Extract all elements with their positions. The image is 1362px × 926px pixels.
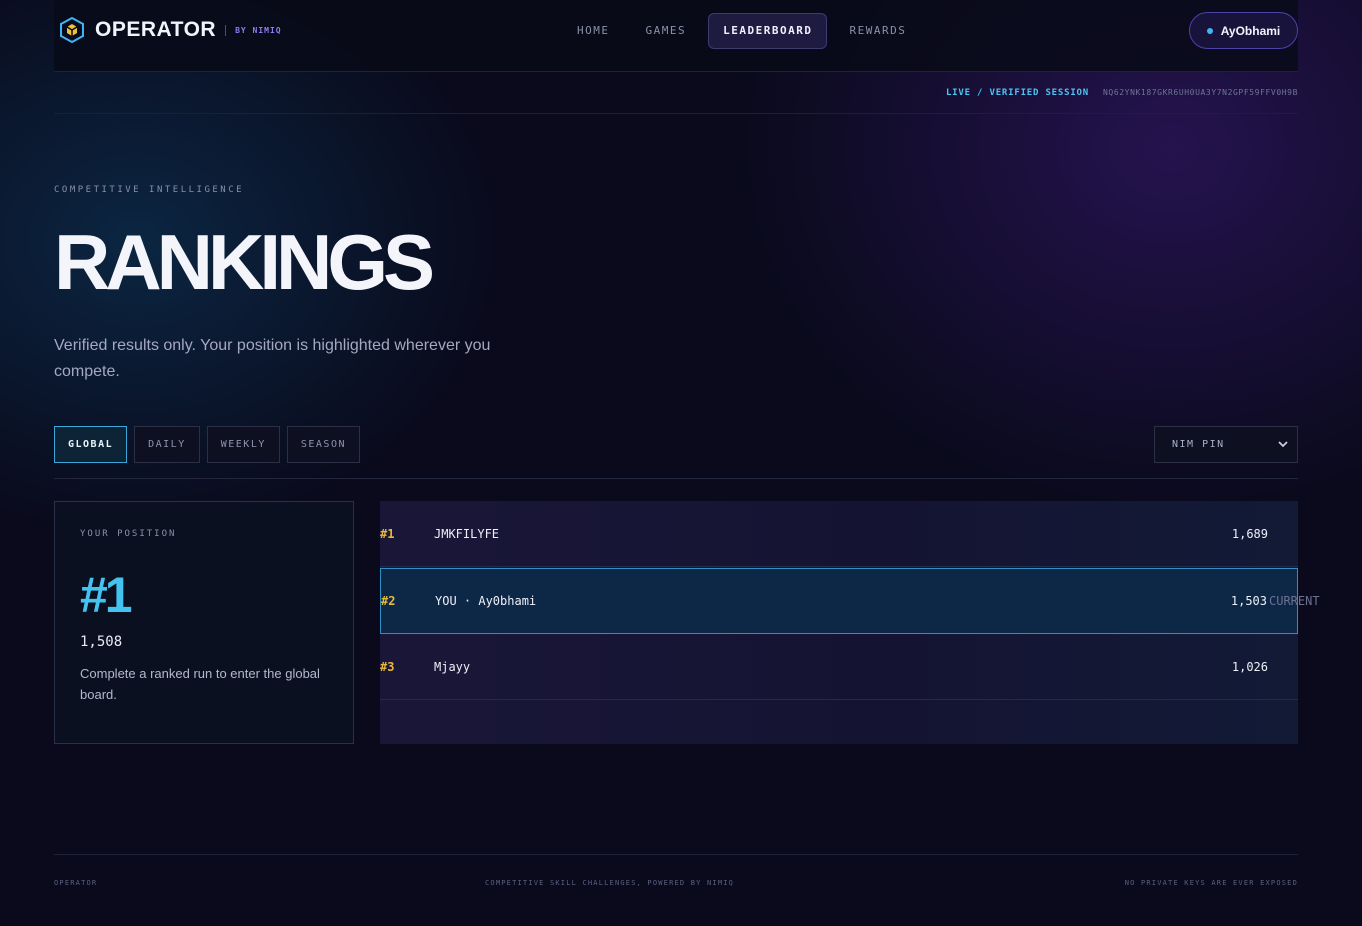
your-position-card: YOUR POSITION #1 1,508 Complete a ranked…	[54, 501, 354, 744]
row-score: 1,689	[1231, 527, 1268, 541]
position-note: Complete a ranked run to enter the globa…	[80, 666, 320, 702]
footer-brand: OPERATOR	[54, 879, 98, 887]
current-badge: CURRENT	[1269, 594, 1320, 608]
page-kicker: COMPETITIVE INTELLIGENCE	[54, 185, 245, 195]
row-score: 1,026	[1231, 660, 1268, 674]
brand-byline: BY NIMIQ	[235, 25, 282, 35]
page-title: RANKINGS	[54, 218, 435, 306]
position-label: YOUR POSITION	[80, 529, 177, 539]
page-subtitle: Verified results only. Your position is …	[54, 337, 491, 380]
leaderboard-row-current-user[interactable]: #2 YOU · Ay0bhami 1,503 CURRENT	[380, 568, 1320, 634]
game-filter-select[interactable]: NIM PIN	[1154, 426, 1298, 463]
chevron-down-icon	[1278, 441, 1288, 448]
row-rank: #3	[380, 660, 395, 674]
game-filter-value: NIM PIN	[1172, 439, 1225, 450]
footer-security-note: NO PRIVATE KEYS ARE EVER EXPOSED	[1124, 879, 1298, 887]
leaderboard-row[interactable]: #1 JMKFILYFE 1,689	[380, 501, 1298, 567]
brand-divider	[225, 24, 227, 36]
row-score: 1,503	[1230, 594, 1267, 608]
tab-weekly[interactable]: WEEKLY	[206, 426, 280, 463]
cube-logo-icon	[60, 17, 84, 43]
nav-home[interactable]: HOME	[563, 13, 624, 49]
main-nav: HOME GAMES LEADERBOARD REWARDS	[563, 13, 928, 49]
brand[interactable]: OPERATOR BY NIMIQ	[60, 17, 282, 43]
nav-games[interactable]: GAMES	[632, 13, 701, 49]
footer-divider	[54, 854, 1298, 855]
nav-leaderboard[interactable]: LEADERBOARD	[708, 13, 828, 49]
row-player: YOU · Ay0bhami	[435, 594, 537, 608]
session-strip: LIVE / VERIFIED SESSION NQ62YNK187GKR6UH…	[54, 72, 1298, 114]
position-score: 1,508	[80, 634, 123, 650]
tab-daily[interactable]: DAILY	[134, 426, 200, 463]
session-id: NQ62YNK187GKR6UH0UA3Y7N2GPF59FFV0H9B	[1103, 88, 1298, 97]
row-rank: #2	[381, 594, 396, 608]
leaderboard-row[interactable]: #3 Mjayy 1,026	[380, 634, 1298, 700]
row-player: JMKFILYFE	[434, 527, 500, 541]
user-name: AyObhami	[1220, 23, 1281, 38]
user-account-button[interactable]: AyObhami	[1189, 12, 1298, 49]
nav-rewards[interactable]: REWARDS	[835, 13, 920, 49]
online-status-icon	[1206, 27, 1213, 34]
row-player: Mjayy	[434, 660, 471, 674]
session-status: LIVE / VERIFIED SESSION	[945, 87, 1089, 98]
position-rank: #1	[80, 567, 133, 623]
brand-name: OPERATOR	[95, 18, 217, 41]
period-tabs: GLOBAL DAILY WEEKLY SEASON	[54, 426, 367, 463]
leaderboard-table: #1 JMKFILYFE 1,689 #2 YOU · Ay0bhami 1,5…	[380, 501, 1320, 744]
section-divider	[54, 478, 1298, 479]
top-navigation-bar: OPERATOR BY NIMIQ HOME GAMES LEADERBOARD…	[54, 0, 1298, 72]
tab-global[interactable]: GLOBAL	[54, 426, 128, 463]
tab-season[interactable]: SEASON	[286, 426, 360, 463]
row-rank: #1	[380, 527, 395, 541]
footer-tagline: COMPETITIVE SKILL CHALLENGES, POWERED BY…	[485, 879, 735, 887]
